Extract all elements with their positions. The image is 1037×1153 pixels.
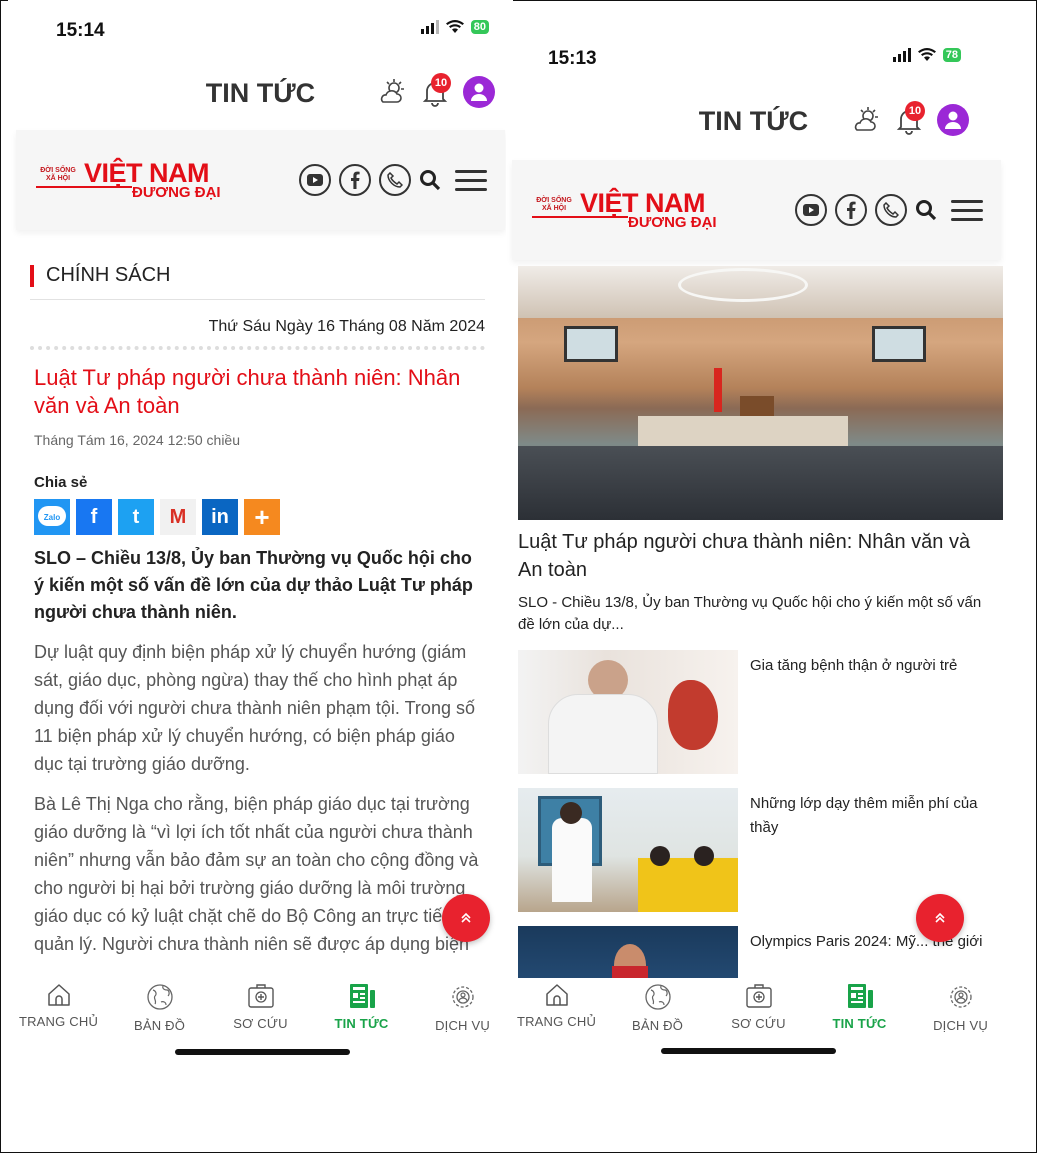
battery-indicator: 78 — [942, 48, 961, 62]
phone-icon[interactable] — [379, 164, 411, 196]
notification-badge: 10 — [905, 101, 925, 121]
tab-news[interactable]: TIN TỨC — [812, 978, 908, 1058]
home-icon — [545, 984, 568, 1006]
facebook-icon[interactable] — [339, 164, 371, 196]
tab-services[interactable]: DỊCH VỤ — [415, 978, 511, 1058]
wifi-icon — [445, 20, 464, 33]
first-aid-icon — [745, 984, 772, 1008]
article-timestamp: Tháng Tám 16, 2024 12:50 chiều — [34, 432, 241, 448]
article-headline: Luật Tư pháp người chưa thành niên: Nhân… — [34, 365, 461, 418]
scroll-top-icon[interactable] — [916, 894, 964, 942]
article-paragraph: Bà Lê Thị Nga cho rằng, biện pháp giáo d… — [34, 794, 479, 954]
facebook-share-button[interactable]: f — [76, 499, 112, 535]
article-title: Những lớp dạy thêm miễn phí của thầy — [750, 795, 978, 836]
more-share-button[interactable]: + — [244, 499, 280, 535]
youtube-icon[interactable] — [795, 194, 827, 226]
share-bar: Zalo f t M in + — [34, 499, 485, 535]
tab-first-aid[interactable]: SƠ CỨU — [213, 978, 309, 1058]
weather-icon[interactable] — [377, 78, 407, 106]
status-bar: 15:14 80 — [8, 0, 513, 60]
home-icon — [47, 984, 70, 1006]
status-time: 15:13 — [548, 48, 597, 69]
phone-news-list-view: 15:13 78 TIN TỨC 10 ĐỜI SỐNG XÃ HỘI VIỆT… — [506, 28, 1011, 1068]
search-icon[interactable] — [419, 169, 441, 191]
news-icon — [847, 984, 873, 1008]
list-item[interactable]: Gia tăng bệnh thận ở người trẻ — [518, 650, 989, 774]
site-header: ĐỜI SỐNG XÃ HỘI VIỆT NAM ĐƯƠNG ĐẠI — [512, 160, 1001, 260]
tab-services[interactable]: DỊCH VỤ — [913, 978, 1009, 1058]
bell-icon[interactable]: 10 — [421, 73, 451, 107]
bell-icon[interactable]: 10 — [895, 101, 925, 135]
site-header: ĐỜI SỐNG XÃ HỘI VIỆT NAM ĐƯƠNG ĐẠI — [16, 130, 505, 230]
tab-news[interactable]: TIN TỨC — [314, 978, 410, 1058]
status-bar: 15:13 78 — [506, 28, 1011, 88]
services-icon — [949, 986, 972, 1008]
phone-article-view: 15:14 80 TIN TỨC 10 ĐỜI SỐNG XÃ HỘI VIỆT… — [8, 0, 513, 1075]
services-icon — [451, 986, 474, 1008]
bottom-tab-bar: TRANG CHỦ BẢN ĐỒ SƠ CỨU TIN TỨC DỊCH VỤ — [506, 978, 1011, 1058]
tab-home[interactable]: TRANG CHỦ — [11, 978, 107, 1058]
twitter-share-button[interactable]: t — [118, 499, 154, 535]
article-content: CHÍNH SÁCH Thứ Sáu Ngày 16 Tháng 08 Năm … — [8, 264, 513, 958]
search-icon[interactable] — [915, 199, 937, 221]
share-label: Chia sẻ — [34, 474, 88, 491]
globe-icon — [146, 984, 173, 1010]
wifi-icon — [917, 48, 936, 61]
site-logo[interactable]: ĐỜI SỐNG XÃ HỘI VIỆT NAM ĐƯƠNG ĐẠI — [36, 156, 236, 204]
tab-map[interactable]: BẢN ĐỒ — [610, 978, 706, 1058]
featured-article-image[interactable] — [518, 266, 1003, 520]
app-header: TIN TỨC 10 — [506, 88, 1011, 160]
user-icon[interactable] — [937, 104, 969, 136]
signal-icon — [892, 48, 911, 62]
menu-icon[interactable] — [455, 169, 487, 191]
list-item[interactable]: Olympics Paris 2024: Mỹ... thế giới — [518, 926, 989, 986]
tab-first-aid[interactable]: SƠ CỨU — [711, 978, 807, 1058]
gmail-share-button[interactable]: M — [160, 499, 196, 535]
current-date: Thứ Sáu Ngày 16 Tháng 08 Năm 2024 — [30, 318, 485, 350]
linkedin-share-button[interactable]: in — [202, 499, 238, 535]
article-thumbnail — [518, 788, 738, 912]
zalo-share-button[interactable]: Zalo — [34, 499, 70, 535]
weather-icon[interactable] — [851, 106, 881, 134]
facebook-icon[interactable] — [835, 194, 867, 226]
home-indicator — [661, 1048, 836, 1054]
article-thumbnail — [518, 926, 738, 986]
bottom-tab-bar: TRANG CHỦ BẢN ĐỒ SƠ CỨU TIN TỨC DỊCH VỤ — [8, 978, 513, 1058]
featured-article-title[interactable]: Luật Tư pháp người chưa thành niên: Nhân… — [518, 528, 989, 584]
phone-icon[interactable] — [875, 194, 907, 226]
menu-icon[interactable] — [951, 199, 983, 221]
globe-icon — [644, 984, 671, 1010]
article-lead: SLO – Chiều 13/8, Ủy ban Thường vụ Quốc … — [34, 548, 473, 622]
list-item[interactable]: Những lớp dạy thêm miễn phí của thầy — [518, 788, 989, 912]
article-paragraph: Dự luật quy định biện pháp xử lý chuyển … — [34, 642, 475, 774]
signal-icon — [420, 20, 439, 34]
section-heading[interactable]: CHÍNH SÁCH — [30, 264, 485, 300]
featured-article-summary: SLO - Chiều 13/8, Ủy ban Thường vụ Quốc … — [518, 594, 982, 633]
article-thumbnail — [518, 650, 738, 774]
youtube-icon[interactable] — [299, 164, 331, 196]
tab-map[interactable]: BẢN ĐỒ — [112, 978, 208, 1058]
article-title: Gia tăng bệnh thận ở người trẻ — [750, 657, 958, 674]
home-indicator — [175, 1049, 350, 1055]
scroll-top-icon[interactable] — [442, 894, 490, 942]
battery-indicator: 80 — [470, 20, 489, 34]
user-icon[interactable] — [463, 76, 495, 108]
first-aid-icon — [247, 984, 274, 1008]
app-header: TIN TỨC 10 — [8, 60, 513, 130]
tab-home[interactable]: TRANG CHỦ — [509, 978, 605, 1058]
notification-badge: 10 — [431, 73, 451, 93]
svg-text:Zalo: Zalo — [44, 513, 61, 522]
site-logo[interactable]: ĐỜI SỐNG XÃ HỘI VIỆT NAM ĐƯƠNG ĐẠI — [532, 186, 732, 234]
news-icon — [349, 984, 375, 1008]
status-time: 15:14 — [56, 20, 105, 41]
